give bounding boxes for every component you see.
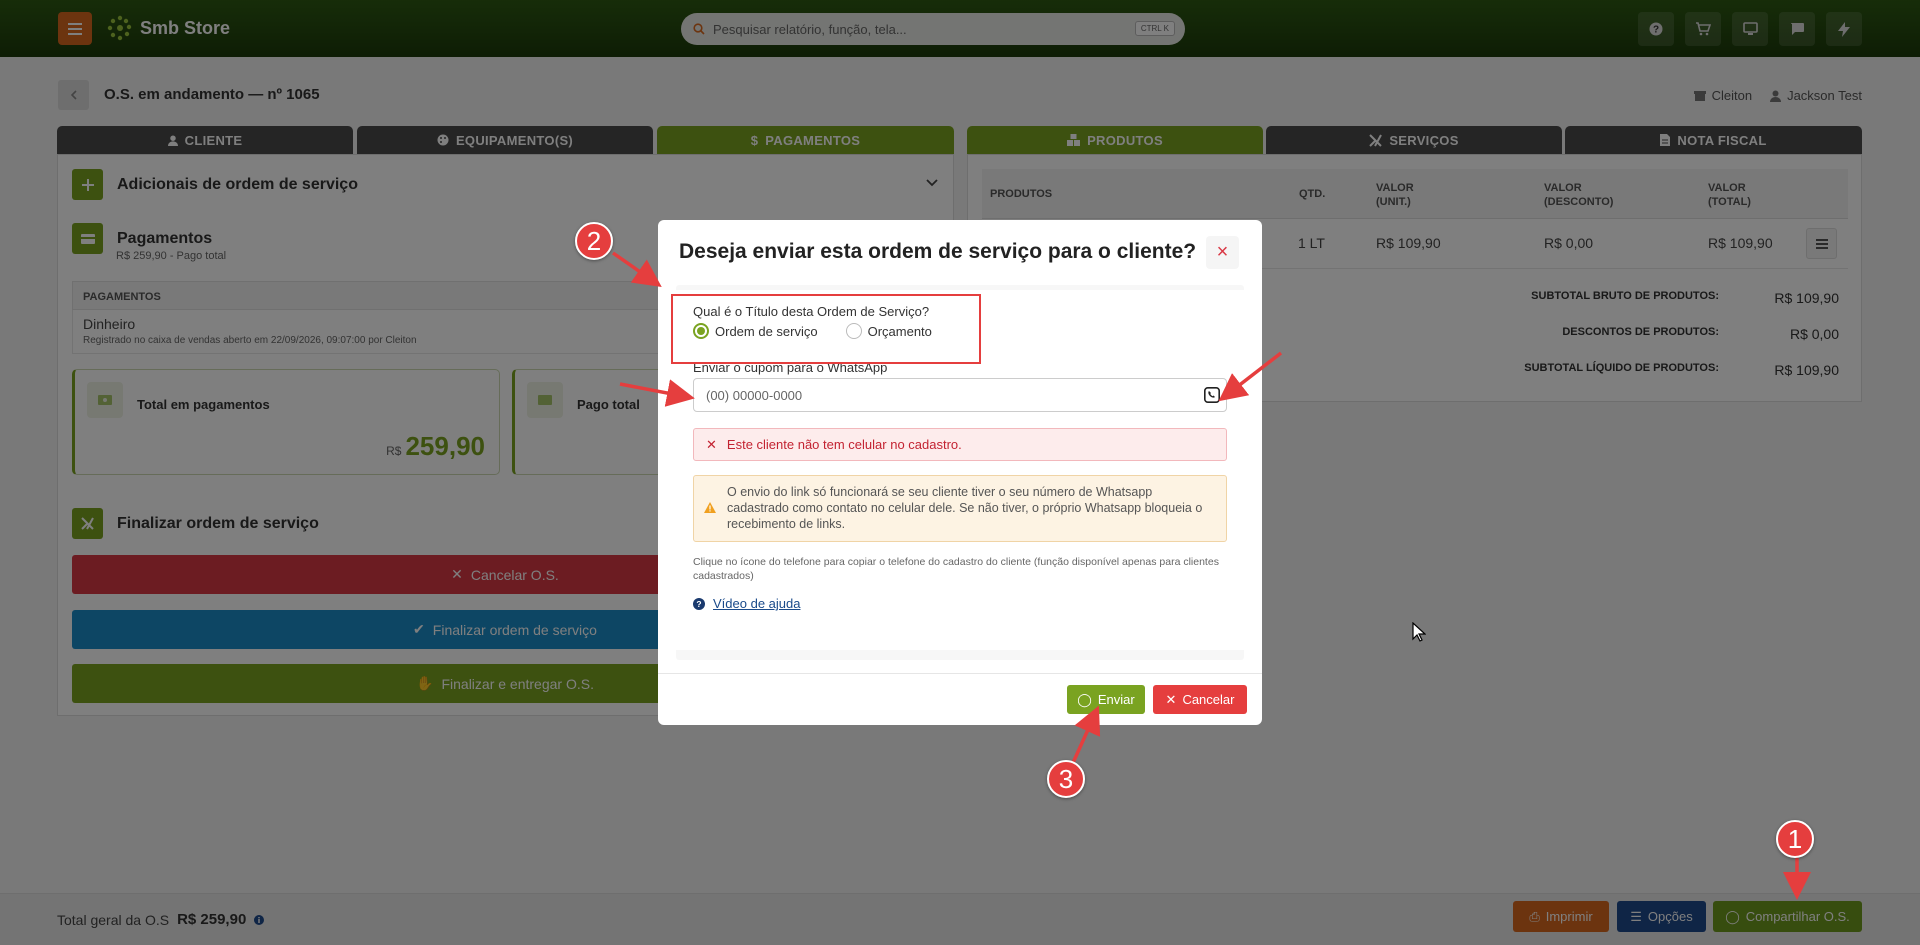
annotation-arrows [611, 251, 1811, 900]
step-1-badge: 1 [1776, 820, 1814, 858]
step-2-badge: 2 [575, 222, 613, 260]
mouse-cursor-icon [1412, 622, 1426, 642]
step-3-badge: 3 [1047, 760, 1085, 798]
